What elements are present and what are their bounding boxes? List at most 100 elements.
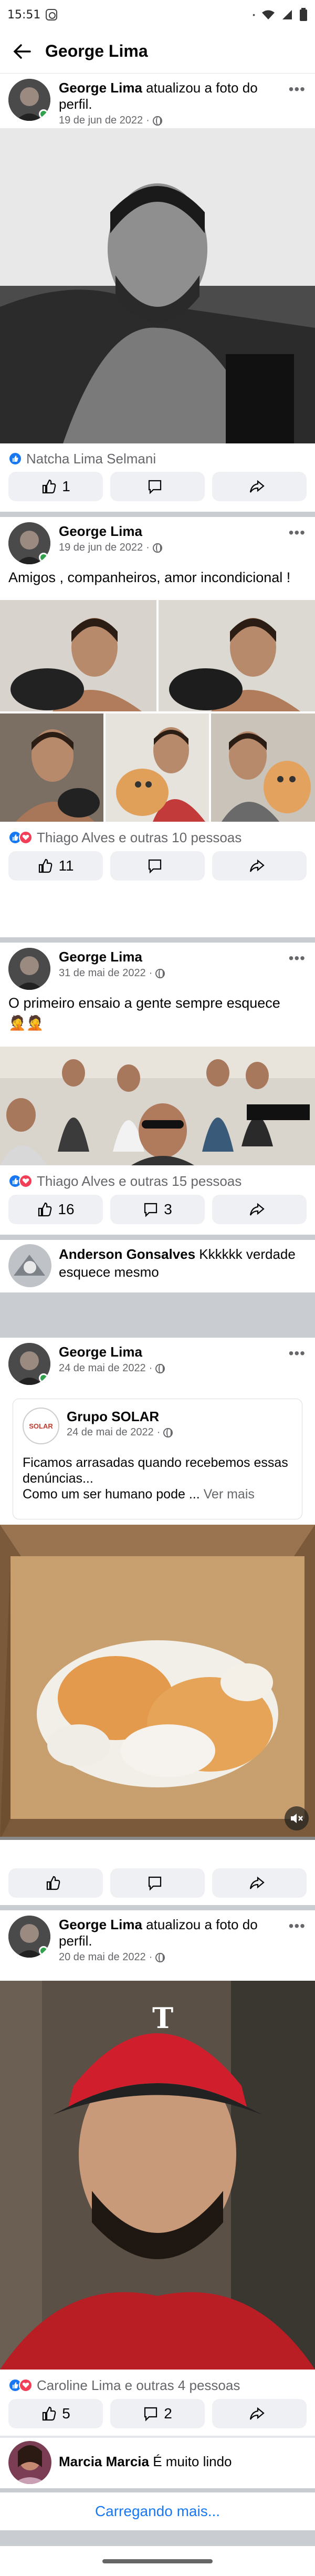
post-date[interactable]: 19 de jun de 2022: [59, 112, 143, 129]
avatar[interactable]: [8, 79, 50, 121]
share-button[interactable]: [212, 2399, 307, 2428]
post-date[interactable]: 31 de mai de 2022: [59, 965, 146, 981]
see-more-link[interactable]: Ver mais: [204, 1487, 255, 1502]
post-date[interactable]: 24 de mai de 2022: [59, 1360, 146, 1377]
wifi-icon: [262, 10, 275, 19]
author-name[interactable]: George Lima: [59, 1917, 142, 1932]
globe-icon: [163, 1427, 173, 1437]
globe-icon: [152, 116, 162, 126]
more-options-icon[interactable]: •••: [289, 81, 306, 98]
more-options-icon[interactable]: •••: [289, 1345, 306, 1362]
share-icon: [249, 2407, 265, 2420]
avatar[interactable]: [8, 1916, 50, 1958]
post-author-line: George Lima 24 de mai de 2022 ·: [59, 1344, 279, 1377]
globe-icon: [155, 1363, 165, 1373]
share-button[interactable]: [212, 1868, 307, 1898]
shared-post-card[interactable]: SOLAR Grupo SOLAR 24 de mai de 2022 · Fic…: [13, 1399, 302, 1519]
more-options-icon[interactable]: •••: [289, 524, 306, 541]
status-bar: 15:51 •: [0, 0, 315, 29]
post-date[interactable]: 19 de jun de 2022: [59, 540, 143, 556]
post-shared: George Lima 24 de mai de 2022 · ••• SOLAR…: [0, 1338, 315, 1905]
loading-more-link[interactable]: Carregando mais...: [0, 2492, 315, 2530]
comment-button[interactable]: [110, 851, 205, 881]
status-icons: •: [253, 8, 308, 22]
svg-text:T: T: [152, 2001, 173, 2035]
comment-author[interactable]: Marcia Marcia: [59, 2454, 149, 2469]
shared-page-logo[interactable]: SOLAR: [23, 1408, 59, 1444]
like-count: 11: [58, 857, 74, 874]
comment-preview[interactable]: Marcia Marcia É muito lindo: [0, 2438, 315, 2488]
like-count: 5: [62, 2405, 70, 2422]
share-icon: [249, 859, 265, 872]
like-button[interactable]: [8, 1868, 103, 1898]
comment-button[interactable]: 2: [110, 2399, 205, 2428]
shared-date[interactable]: 24 de mai de 2022: [67, 1426, 154, 1439]
post-photo[interactable]: [0, 1047, 315, 1165]
shared-video[interactable]: [0, 1525, 315, 1840]
share-button[interactable]: [212, 472, 307, 501]
post-text: O primeiro ensaio a gente sempre esquece…: [8, 993, 307, 1033]
author-name[interactable]: George Lima: [59, 949, 142, 965]
like-button[interactable]: 16: [8, 1195, 103, 1224]
share-button[interactable]: [212, 851, 307, 881]
post-header: George Lima 31 de mai de 2022 · •••: [0, 943, 315, 995]
avatar[interactable]: [8, 948, 50, 990]
love-reaction-icon: [19, 1174, 33, 1188]
post-emoji: 🤦🤦: [8, 1015, 44, 1031]
comment-icon: [148, 1876, 162, 1891]
share-button[interactable]: [212, 1195, 307, 1224]
like-button[interactable]: 5: [8, 2399, 103, 2428]
post-meta: 24 de mai de 2022 ·: [59, 1360, 279, 1377]
post-photo-4[interactable]: [106, 713, 209, 822]
thumbs-up-icon: [43, 2406, 56, 2421]
thumbs-up-icon: [38, 1202, 52, 1217]
thumbs-up-icon: [39, 858, 52, 873]
like-reaction-icon: [8, 452, 22, 465]
avatar[interactable]: [8, 522, 50, 564]
avatar[interactable]: [8, 1343, 50, 1385]
post-photo-3[interactable]: [0, 713, 103, 822]
comment-icon: [144, 2407, 158, 2422]
post-meta: 31 de mai de 2022 ·: [59, 965, 279, 981]
like-button[interactable]: 11: [8, 851, 103, 881]
post-photo-5[interactable]: [211, 713, 315, 822]
post-meta: 20 de mai de 2022 ·: [59, 1949, 279, 1965]
comment-author[interactable]: Anderson Gonsalves: [59, 1246, 195, 1262]
post-photo[interactable]: [0, 128, 315, 443]
post-actions: 1: [8, 472, 307, 501]
post-actions: 16 3: [8, 1195, 307, 1224]
like-button[interactable]: 1: [8, 472, 103, 501]
more-options-icon[interactable]: •••: [289, 950, 306, 967]
post-photo-1[interactable]: [0, 600, 156, 711]
post-photo[interactable]: T: [0, 1981, 315, 2370]
comment-preview[interactable]: Anderson Gonsalves Kkkkkk verdade esquec…: [0, 1240, 315, 1292]
comment-button[interactable]: 3: [110, 1195, 205, 1224]
more-options-icon[interactable]: •••: [289, 1918, 306, 1934]
home-gesture-handle[interactable]: [102, 2559, 213, 2563]
author-name[interactable]: George Lima: [59, 80, 142, 96]
post-photo-2[interactable]: [159, 600, 315, 711]
author-name[interactable]: George Lima: [59, 523, 142, 539]
online-indicator: [39, 109, 48, 119]
share-icon: [249, 1876, 265, 1889]
reactions-summary[interactable]: Caroline Lima e outras 4 pessoas: [8, 2376, 240, 2395]
post-profile-photo-2: George Lima atualizou a foto do perfil. …: [0, 1910, 315, 2488]
commenter-avatar[interactable]: [8, 1244, 51, 1287]
post-date[interactable]: 20 de mai de 2022: [59, 1949, 146, 1965]
comment-button[interactable]: [110, 1868, 205, 1898]
commenter-avatar[interactable]: [8, 2441, 51, 2484]
comment-text: Marcia Marcia É muito lindo: [59, 2453, 306, 2470]
mute-button[interactable]: [285, 1806, 309, 1830]
thumbs-up-icon: [43, 479, 56, 494]
back-button[interactable]: [10, 40, 34, 63]
reactions-text: Thiago Alves e outras 15 pessoas: [37, 1173, 242, 1189]
like-count: 1: [62, 478, 70, 494]
video-progress-bar[interactable]: [0, 1837, 315, 1840]
reactions-summary[interactable]: Natcha Lima Selmani: [8, 449, 156, 468]
shared-page-name[interactable]: Grupo SOLAR: [67, 1409, 159, 1425]
reactions-summary[interactable]: Thiago Alves e outras 15 pessoas: [8, 1172, 242, 1191]
comment-button[interactable]: [110, 472, 205, 501]
reactions-summary[interactable]: Thiago Alves e outras 10 pessoas: [8, 828, 242, 847]
post-actions: 11: [8, 851, 307, 881]
author-name[interactable]: George Lima: [59, 1344, 142, 1360]
